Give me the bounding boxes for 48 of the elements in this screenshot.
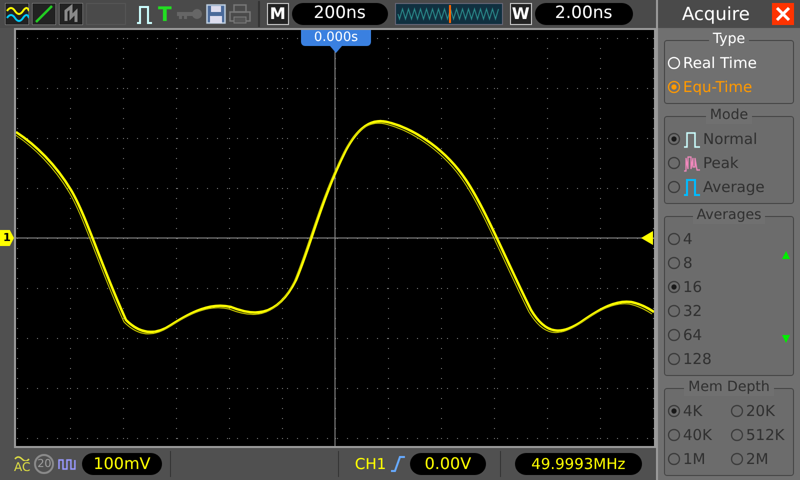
frequency-value: 49.9993MHz <box>514 453 642 475</box>
memory-position-icon <box>394 3 503 25</box>
radio-option[interactable]: Real Time <box>667 51 793 75</box>
group-title: Averages <box>692 206 766 224</box>
radio-option: 16 <box>667 275 777 299</box>
close-icon[interactable] <box>772 3 794 25</box>
ac-wave-icon <box>14 455 30 461</box>
radio-option: Average <box>667 175 793 199</box>
channel-marker: 1 <box>0 230 14 246</box>
radio-option: 128 <box>667 347 777 371</box>
trigger-type-text: T <box>158 4 172 24</box>
panel-title: Acquire <box>682 2 750 26</box>
radio-option: 8 <box>667 251 777 275</box>
radio-option: 2M <box>730 447 793 471</box>
rising-edge-icon <box>390 455 406 473</box>
group-title: Mode <box>706 106 752 124</box>
square-pulse-icon <box>683 178 701 196</box>
radio-option: 4K <box>667 399 730 423</box>
volts-per-div-value[interactable]: 100mV <box>82 453 162 475</box>
pulse-icon <box>683 130 701 148</box>
coupling-text: AC <box>14 461 30 473</box>
pulse-icon[interactable] <box>135 3 155 25</box>
radio-option: 64 <box>667 323 777 347</box>
radio-option: 32 <box>667 299 777 323</box>
radio-option: Normal <box>667 127 793 151</box>
trigger-level-value[interactable]: 0.00V <box>410 453 486 475</box>
line-icon[interactable] <box>32 3 56 25</box>
group-title: Mem Depth <box>684 378 774 396</box>
radio-option: 1M <box>667 447 730 471</box>
window-label: W <box>510 3 532 25</box>
radio-option: 20K <box>730 399 793 423</box>
timebase-label: M <box>266 3 289 25</box>
key-icon <box>174 7 203 21</box>
printer-icon <box>228 4 251 24</box>
radio-option: 40K <box>667 423 730 447</box>
trigger-level-marker <box>641 231 653 245</box>
radio-option: Peak <box>667 151 793 175</box>
peak-pulse-icon <box>683 154 701 172</box>
timebase-value[interactable]: 200ns <box>292 3 388 25</box>
persistence-icon[interactable] <box>59 3 83 25</box>
square-wave-icon <box>58 457 78 471</box>
radio-option: 512K <box>730 423 793 447</box>
bandwidth-limit-text: 20 <box>34 454 54 474</box>
group-title: Type <box>708 30 750 48</box>
waveform-icon[interactable] <box>5 3 29 25</box>
window-timebase-value[interactable]: 2.00ns <box>534 3 633 25</box>
trigger-source-text: CH1 <box>354 454 386 475</box>
radio-option: 4 <box>667 227 777 251</box>
